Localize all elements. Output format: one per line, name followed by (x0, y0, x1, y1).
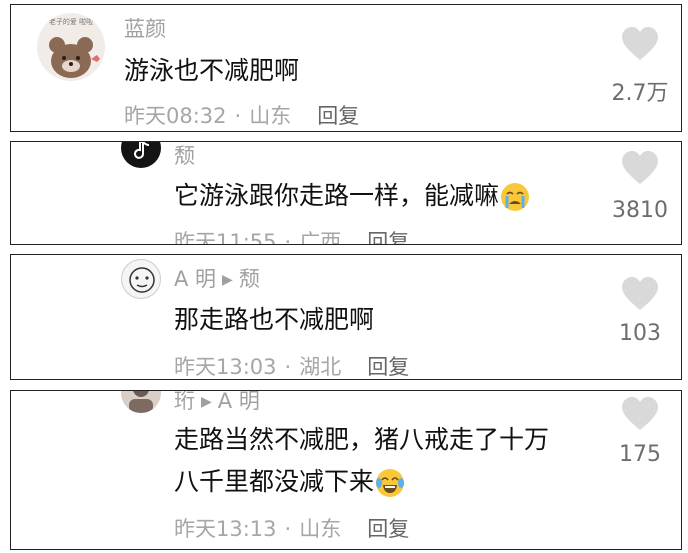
separator: · (284, 355, 292, 379)
comment-location: 湖北 (299, 355, 342, 379)
comment-time: 昨天13:13 (174, 517, 277, 541)
comment-time: 昨天08:32 (124, 104, 227, 128)
music-note-icon (134, 142, 150, 159)
comment-text-line-2: 八千里都没减下来 (174, 461, 549, 503)
reply-chain: A 明 ▶ 颓 (174, 263, 260, 293)
comment-time: 昨天13:03 (174, 355, 277, 379)
username[interactable]: 蓝颜 (124, 13, 166, 43)
comment-text-body: 它游泳跟你走路一样，能减嘛 (174, 181, 500, 210)
avatar[interactable] (121, 259, 161, 299)
avatar[interactable] (121, 391, 161, 413)
comment-time: 昨天11:55 (174, 230, 277, 245)
comment-location: 山东 (299, 517, 342, 541)
comment-text: 那走路也不减肥啊 (174, 305, 375, 334)
separator: · (234, 104, 242, 128)
comment-meta: 昨天08:32 · 山东 回复 (124, 100, 359, 130)
like-count: 3810 (612, 198, 668, 223)
avatar[interactable]: 老子的爱 啦啦 (37, 13, 105, 81)
avatar[interactable] (121, 142, 161, 168)
comment-text-line-1: 走路当然不减肥，猪八戒走了十万 (174, 425, 550, 454)
comment-card-3: A 明 ▶ 颓 那走路也不减肥啊 昨天13:03 · 湖北 回复 103 (10, 254, 682, 380)
comment-text: 它游泳跟你走路一样，能减嘛 (174, 175, 531, 217)
comment-card-4: 珩 ▶ A 明 走路当然不减肥，猪八戒走了十万 八千里都没减下来 昨天13:13 · 山… (10, 390, 682, 550)
username[interactable]: 珩 (174, 391, 195, 413)
separator: · (284, 230, 292, 245)
reply-to-username[interactable]: A 明 (218, 391, 260, 413)
comment-text: 游泳也不减肥啊 (124, 56, 300, 85)
username[interactable]: A 明 (174, 267, 216, 291)
separator: · (284, 517, 292, 541)
like-count: 2.7万 (611, 81, 669, 106)
reply-button[interactable]: 回复 (367, 517, 409, 541)
like-heart-icon[interactable] (621, 277, 659, 311)
like-heart-icon[interactable] (621, 27, 659, 61)
like-count: 175 (619, 442, 661, 467)
reply-arrow-icon: ▶ (201, 394, 212, 410)
comment-meta: 昨天13:13 · 山东 回复 (174, 513, 409, 543)
crying-face-icon (501, 183, 530, 211)
comment-meta: 昨天11:55 · 广西 回复 (174, 226, 409, 245)
like-heart-icon[interactable] (621, 151, 659, 185)
like-heart-icon[interactable] (621, 397, 659, 431)
person-avatar-icon (129, 391, 153, 413)
comment-meta: 昨天13:03 · 湖北 回复 (174, 351, 409, 379)
comment-card-2: 颓 它游泳跟你走路一样，能减嘛 昨天11:55 · 广西 回复 3810 (10, 141, 682, 245)
reply-button[interactable]: 回复 (367, 230, 409, 244)
comment-location: 广西 (299, 230, 342, 245)
reply-chain: 珩 ▶ A 明 (174, 391, 260, 415)
comment-text: 走路当然不减肥，猪八戒走了十万 八千里都没减下来 (174, 419, 549, 503)
like-count: 103 (619, 321, 661, 346)
comment-location: 山东 (249, 104, 292, 128)
comment-card-1: 老子的爱 啦啦 蓝颜 游泳也不减肥啊 昨天08:32 · 山东 回复 2.7万 (10, 4, 682, 132)
doodle-face-icon (129, 267, 155, 293)
username[interactable]: 颓 (174, 142, 195, 170)
reply-button[interactable]: 回复 (317, 104, 359, 128)
comment-text-line-2-body: 八千里都没减下来 (174, 467, 375, 496)
reply-to-username[interactable]: 颓 (239, 267, 260, 291)
laughing-tears-icon (376, 469, 405, 497)
reply-arrow-icon: ▶ (222, 272, 233, 288)
reply-button[interactable]: 回复 (367, 355, 409, 379)
avatar-label: 老子的爱 啦啦 (48, 18, 94, 26)
